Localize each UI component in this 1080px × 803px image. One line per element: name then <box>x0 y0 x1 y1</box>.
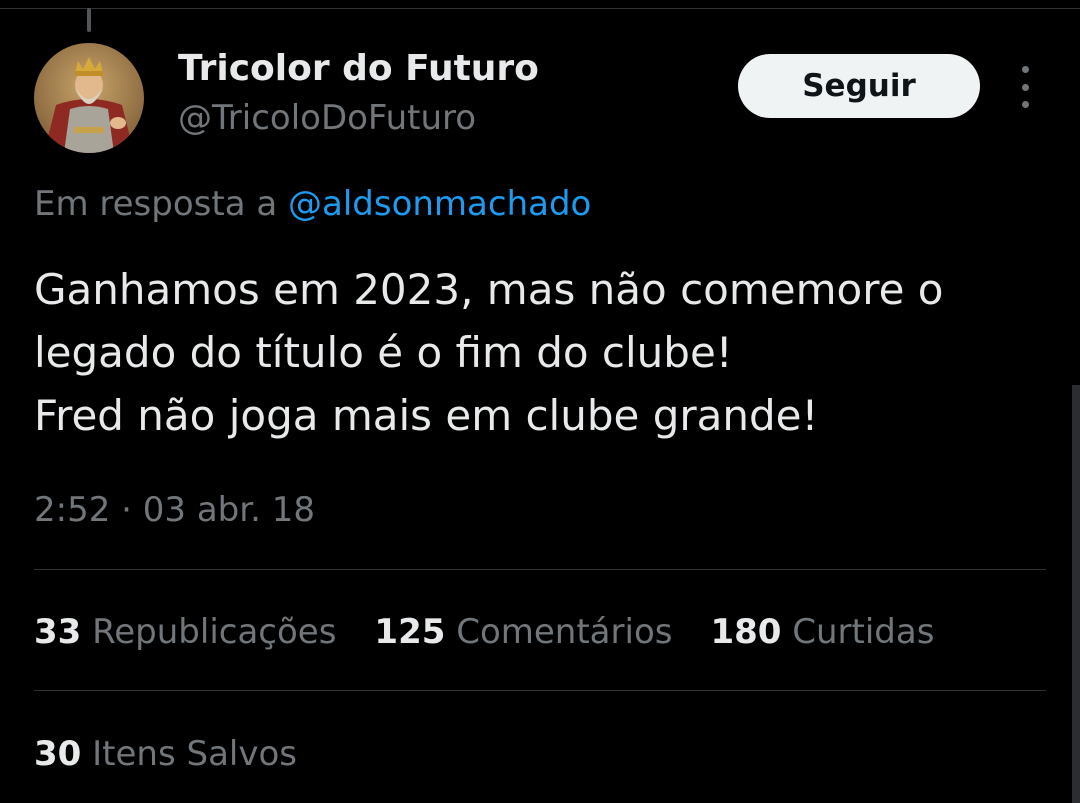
stat-label: Itens Salvos <box>92 734 297 774</box>
divider <box>34 690 1046 691</box>
top-divider <box>0 8 1080 9</box>
dot <box>1021 101 1029 108</box>
follow-button[interactable]: Seguir <box>738 54 980 118</box>
tweet-text: Ganhamos em 2023, mas não comemore o leg… <box>34 258 1044 447</box>
tweet-timestamp[interactable]: 2:52 · 03 abr. 18 <box>34 490 315 530</box>
divider <box>34 569 1046 570</box>
reply-prefix: Em resposta a <box>34 184 288 224</box>
stat-comments[interactable]: 125 Comentários <box>374 612 672 652</box>
stat-likes[interactable]: 180 Curtidas <box>710 612 934 652</box>
avatar-image <box>34 43 144 153</box>
stat-label: Comentários <box>456 612 673 652</box>
stat-reposts[interactable]: 33 Republicações <box>34 612 336 652</box>
avatar[interactable] <box>34 43 144 153</box>
thread-connector-line <box>87 8 91 32</box>
reply-context: Em resposta a @aldsonmachado <box>34 184 591 224</box>
stat-count: 30 <box>34 734 82 774</box>
reply-mention-link[interactable]: @aldsonmachado <box>288 184 591 224</box>
scrollbar-thumb[interactable] <box>1072 385 1080 803</box>
stat-count: 180 <box>710 612 782 652</box>
stat-label: Curtidas <box>792 612 935 652</box>
stat-count: 33 <box>34 612 82 652</box>
tweet-line: Ganhamos em 2023, mas não comemore o <box>34 265 944 314</box>
stat-bookmarks[interactable]: 30 Itens Salvos <box>34 734 297 774</box>
dot <box>1021 66 1029 73</box>
tweet-line: legado do título é o fim do clube! <box>34 328 733 377</box>
dot <box>1021 83 1029 91</box>
author-name[interactable]: Tricolor do Futuro <box>178 48 539 89</box>
engagement-stats: 33 Republicações 125 Comentários 180 Cur… <box>34 612 972 652</box>
stat-label: Republicações <box>92 612 337 652</box>
author-handle[interactable]: @TricoloDoFuturo <box>178 98 476 138</box>
tweet-line: Fred não joga mais em clube grande! <box>34 391 819 440</box>
more-vertical-icon[interactable] <box>1008 66 1042 108</box>
stat-count: 125 <box>374 612 446 652</box>
